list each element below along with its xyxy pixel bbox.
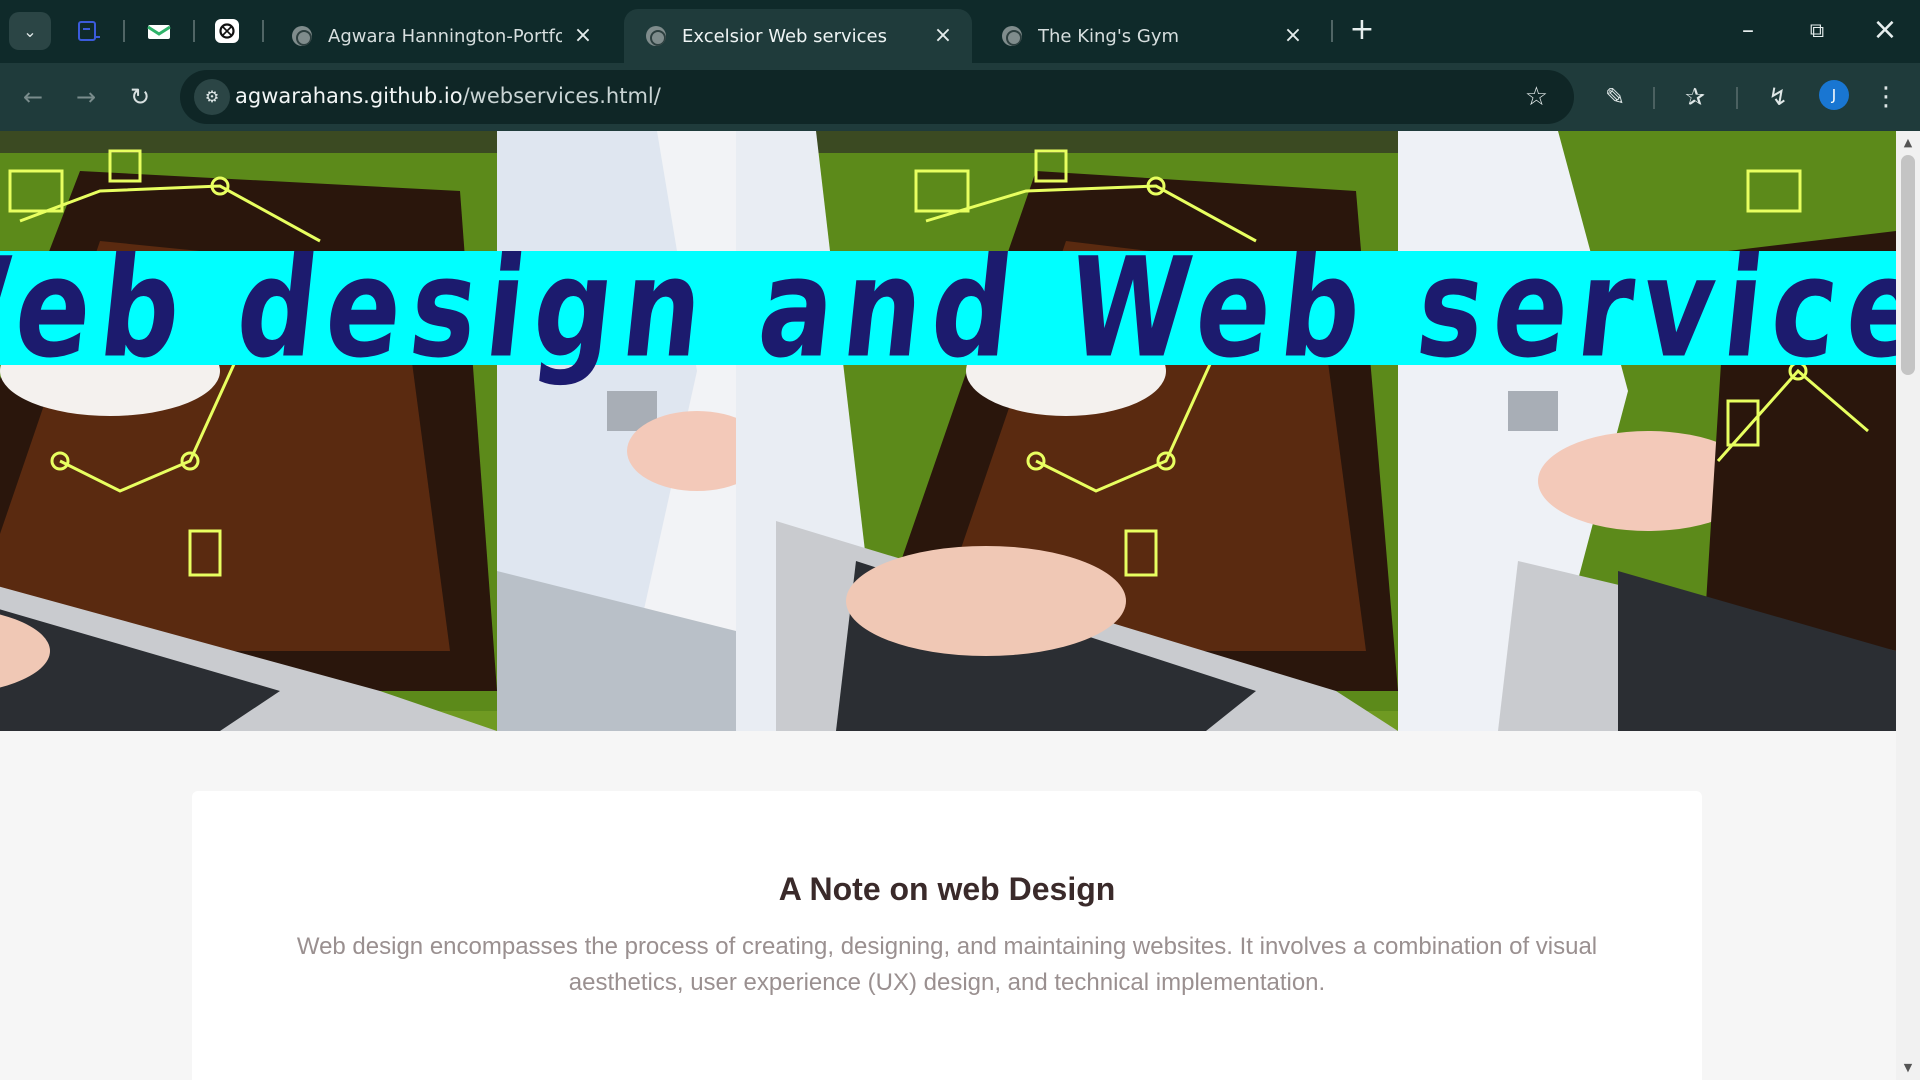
extensions-button[interactable]: ✎ [1595, 77, 1635, 117]
globe-icon [646, 26, 666, 46]
tab-title: Agwara Hannington-Portfolio [328, 25, 562, 47]
hero-image-tile [497, 131, 736, 731]
url-host: agwarahans.github.io [235, 84, 463, 108]
url-text[interactable]: agwarahans.github.io/webservices.html/ [235, 84, 661, 108]
pinned-mail-icon [147, 25, 171, 39]
hands-typing-image [497, 131, 736, 731]
bookmarks-button[interactable]: ✰ [1675, 77, 1715, 117]
reload-icon: ↻ [129, 83, 151, 111]
forward-button[interactable]: → [66, 77, 106, 117]
bookmark-star-button[interactable]: ☆ [1525, 82, 1548, 112]
hands-typing-image [1398, 131, 1896, 731]
pinned-chatgpt-icon [215, 19, 239, 43]
extensions-icon: ✎ [1604, 83, 1626, 111]
menu-button[interactable]: ⋮ [1866, 77, 1906, 117]
address-bar[interactable]: ⚙ agwarahans.github.io/webservices.html/… [180, 70, 1574, 124]
tab-separator [262, 20, 264, 42]
tab-portfolio[interactable]: Agwara Hannington-Portfolio × [270, 9, 612, 63]
minimize-button[interactable]: – [1725, 10, 1771, 50]
site-info-button[interactable]: ⚙ [194, 79, 230, 115]
bookmarks-icon: ✰ [1684, 83, 1706, 111]
plus-icon: + [1349, 12, 1375, 47]
pinned-tab-chatgpt[interactable] [206, 12, 248, 50]
close-icon[interactable]: × [572, 25, 594, 47]
close-icon[interactable]: × [932, 25, 954, 47]
site-info-icon: ⚙ [204, 87, 220, 106]
more-vertical-icon: ⋮ [1873, 82, 1899, 112]
profile-avatar[interactable]: J [1819, 80, 1849, 110]
tab-excelsior-web-services[interactable]: Excelsior Web services × [624, 9, 972, 63]
browser-toolbar: ← → ↻ ⚙ agwarahans.github.io/webservices… [0, 63, 1920, 131]
scrollbar-thumb[interactable] [1901, 155, 1915, 375]
globe-icon [292, 26, 312, 46]
toolbar-separator [1736, 87, 1738, 109]
note-card: A Note on web Design Web design encompas… [192, 791, 1702, 1080]
note-body: Web design encompasses the process of cr… [296, 933, 1598, 996]
close-icon[interactable]: × [1282, 25, 1304, 47]
restore-icon: ⧉ [1809, 18, 1825, 42]
tab-title: The King's Gym [1038, 25, 1180, 47]
forward-arrow-icon: → [75, 83, 97, 111]
back-arrow-icon: ← [22, 83, 44, 111]
scroll-down-arrow[interactable]: ▼ [1896, 1058, 1920, 1078]
minimize-icon: – [1742, 16, 1754, 44]
page-viewport: Web design and Web services A Note on we… [0, 131, 1896, 1080]
restore-button[interactable]: ⧉ [1794, 10, 1840, 50]
pinned-tab-mail[interactable] [138, 12, 180, 50]
globe-icon [1002, 26, 1022, 46]
page-scrollbar[interactable]: ▲ ▼ [1896, 131, 1920, 1080]
tab-title: Excelsior Web services [682, 25, 888, 47]
new-tab-button[interactable]: + [1345, 14, 1379, 48]
pinned-docs-icon [78, 21, 100, 41]
pinned-tab-docs[interactable] [68, 12, 110, 50]
hero-title-band: Web design and Web services [0, 228, 1896, 388]
toolbar-separator [1653, 87, 1655, 109]
close-icon: × [1872, 12, 1898, 47]
profile-initial: J [1831, 86, 1837, 104]
back-button[interactable]: ← [13, 77, 53, 117]
hero-image-tile [736, 131, 1398, 731]
tab-search-button[interactable]: ⌄ [9, 12, 51, 50]
note-title: A Note on web Design [778, 871, 1116, 907]
performance-button[interactable]: ↯ [1758, 77, 1798, 117]
laptop-network-image [0, 131, 497, 731]
tab-kings-gym[interactable]: The King's Gym × [980, 9, 1322, 63]
hero-title: Web design and Web services [0, 228, 1896, 388]
url-path: /webservices.html/ [462, 84, 661, 108]
laptop-network-image [736, 131, 1398, 731]
performance-icon: ↯ [1767, 83, 1789, 111]
star-icon: ☆ [1524, 82, 1548, 112]
tab-separator [123, 20, 125, 42]
tab-strip: ⌄ Agwara Hannington-Portfolio × Excelsio… [0, 0, 1920, 63]
hero-image-tile [0, 131, 497, 731]
reload-button[interactable]: ↻ [120, 77, 160, 117]
tab-separator [193, 20, 195, 42]
hero-image-tile [1398, 131, 1896, 731]
scroll-up-arrow[interactable]: ▲ [1896, 133, 1920, 153]
tab-search-icon: ⌄ [23, 21, 37, 41]
close-window-button[interactable]: × [1862, 10, 1908, 50]
hero-banner: Web design and Web services [0, 131, 1896, 731]
tab-separator [1331, 20, 1333, 42]
